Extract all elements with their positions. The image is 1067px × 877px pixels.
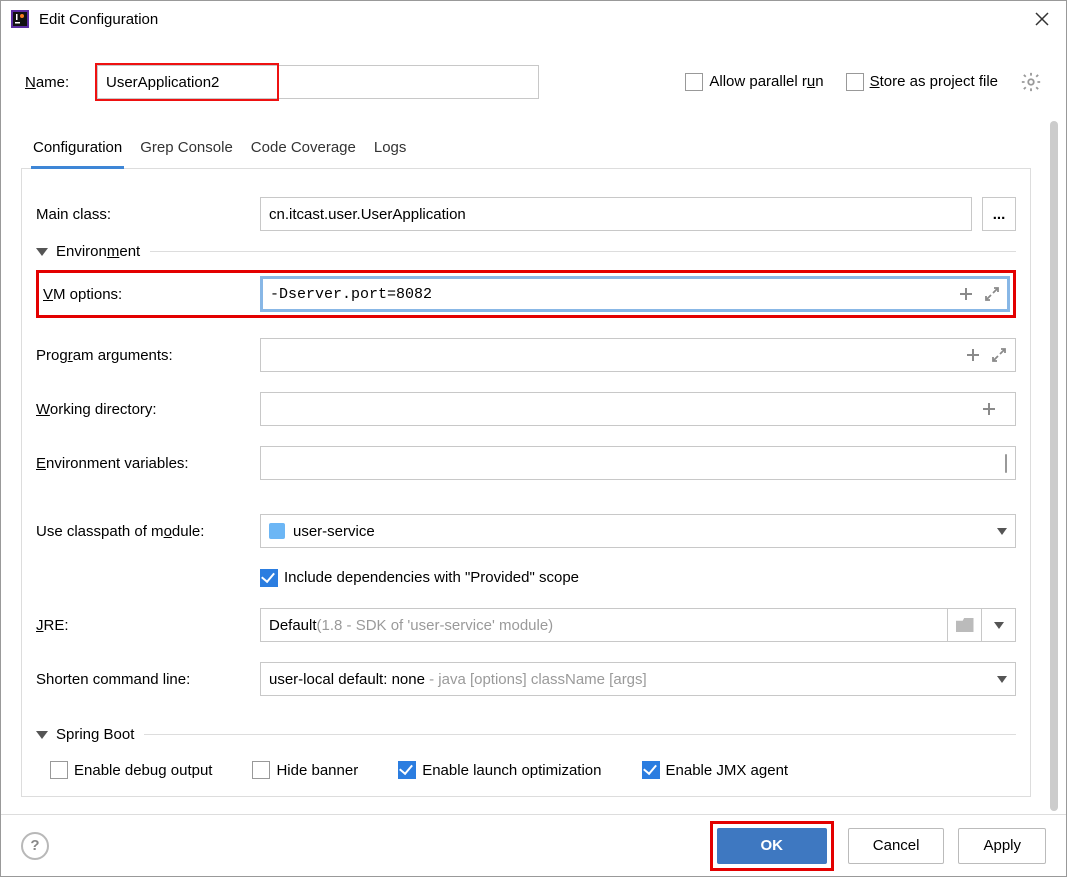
program-arguments-row: Program arguments: [36,328,1016,382]
store-as-project-file-checkbox[interactable]: Store as project file [846,73,998,91]
classpath-module-label: Use classpath of module: [36,523,260,540]
spring-boot-checks: Enable debug output Hide banner Enable l… [36,753,1016,779]
ok-highlight: OK [710,821,834,871]
expand-icon[interactable] [984,286,1000,302]
working-directory-field[interactable] [260,392,1016,426]
plus-icon[interactable] [981,401,997,417]
vertical-scrollbar[interactable] [1050,121,1058,811]
name-input-extension[interactable] [279,65,539,99]
shorten-command-line-dropdown[interactable]: user-local default: none - java [options… [260,662,1016,696]
main-class-row: Main class: cn.itcast.user.UserApplicati… [36,187,1016,241]
include-provided-checkbox[interactable]: Include dependencies with "Provided" sco… [260,569,579,587]
main-class-label: Main class: [36,206,260,223]
jre-label: JRE: [36,617,260,634]
collapse-icon [36,248,48,256]
top-right-options: Allow parallel run Store as project file [685,71,1042,93]
classpath-module-dropdown[interactable]: user-service [260,514,1016,548]
enable-jmx-agent-checkbox[interactable]: Enable JMX agent [642,761,789,779]
ok-button[interactable]: OK [717,828,827,864]
name-label: Name: [25,74,95,91]
configuration-panel: Main class: cn.itcast.user.UserApplicati… [21,169,1031,797]
program-arguments-field[interactable] [260,338,1016,372]
module-icon [269,523,285,539]
allow-parallel-run-checkbox[interactable]: Allow parallel run [685,73,823,91]
environment-variables-field[interactable] [260,446,1016,480]
close-button[interactable] [1028,5,1056,33]
titlebar: Edit Configuration [1,1,1066,37]
main-class-field[interactable]: cn.itcast.user.UserApplication [260,197,972,231]
environment-variables-row: Environment variables: [36,436,1016,490]
tab-grep-console[interactable]: Grep Console [138,129,235,168]
enable-launch-optimization-checkbox[interactable]: Enable launch optimization [398,761,601,779]
tab-logs[interactable]: Logs [372,129,409,168]
include-provided-row: Include dependencies with "Provided" sco… [36,558,1016,598]
collapse-icon [36,731,48,739]
environment-section-header[interactable]: Environment [36,243,1016,260]
chevron-down-icon [997,528,1007,535]
intellij-icon [11,10,29,28]
shorten-command-line-label: Shorten command line: [36,671,260,688]
shorten-command-line-row: Shorten command line: user-local default… [36,652,1016,706]
list-icon[interactable] [1005,455,1007,472]
chevron-down-icon [997,676,1007,683]
cancel-button[interactable]: Cancel [848,828,945,864]
apply-button[interactable]: Apply [958,828,1046,864]
classpath-module-row: Use classpath of module: user-service [36,504,1016,558]
scrollbar-thumb[interactable] [1050,121,1058,811]
working-directory-label: Working directory: [36,401,260,418]
tab-code-coverage[interactable]: Code Coverage [249,129,358,168]
hide-banner-checkbox[interactable]: Hide banner [252,761,358,779]
expand-icon[interactable] [991,347,1007,363]
main-class-browse-button[interactable]: ... [982,197,1016,231]
spring-boot-section-header[interactable]: Spring Boot [36,726,1016,743]
gear-icon[interactable] [1020,71,1042,93]
tab-bar: Configuration Grep Console Code Coverage… [21,129,1031,169]
name-row: Name: Allow parallel run Store as projec… [1,37,1066,101]
vm-options-label: VM options: [43,286,261,303]
dialog-button-row: ? OK Cancel Apply [1,814,1066,876]
help-button[interactable]: ? [21,832,49,860]
working-directory-row: Working directory: [36,382,1016,436]
environment-variables-label: Environment variables: [36,455,260,472]
content-area: Configuration Grep Console Code Coverage… [21,129,1031,797]
folder-icon[interactable] [947,609,981,641]
edit-configuration-dialog: Edit Configuration Name: Allow parallel … [0,0,1067,877]
vm-options-field[interactable]: -Dserver.port=8082 [261,277,1009,311]
enable-debug-output-checkbox[interactable]: Enable debug output [50,761,212,779]
name-highlight [95,63,279,101]
plus-icon[interactable] [958,286,974,302]
vm-options-highlight: VM options: -Dserver.port=8082 [36,270,1016,318]
chevron-down-icon[interactable] [981,609,1015,641]
name-input[interactable] [97,65,277,99]
jre-row: JRE: Default (1.8 - SDK of 'user-service… [36,598,1016,652]
tab-configuration[interactable]: Configuration [31,129,124,169]
program-arguments-label: Program arguments: [36,347,260,364]
plus-icon[interactable] [965,347,981,363]
window-title: Edit Configuration [39,11,158,28]
jre-dropdown[interactable]: Default (1.8 - SDK of 'user-service' mod… [260,608,1016,642]
